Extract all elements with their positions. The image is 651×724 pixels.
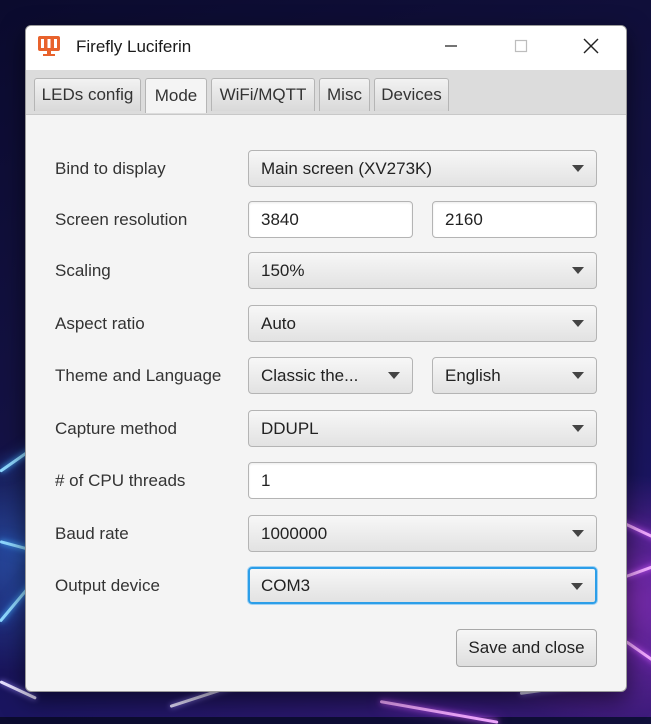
settings-window: Firefly Luciferin LEDs config Mode WiFi/… [25,25,627,692]
tab-bar: LEDs config Mode WiFi/MQTT Misc Devices [26,70,626,115]
theme-language-label: Theme and Language [55,366,222,385]
app-icon [37,35,61,57]
chevron-down-icon [388,372,400,379]
capture-method-select[interactable]: DDUPL [248,410,597,447]
screen-resolution-label: Screen resolution [55,210,188,229]
bind-display-label: Bind to display [55,159,166,178]
baud-rate-select[interactable]: 1000000 [248,515,597,552]
baud-rate-label: Baud rate [55,524,129,543]
aspect-ratio-label: Aspect ratio [55,314,145,333]
resolution-height-value: 2160 [445,209,483,229]
chevron-down-icon [572,530,584,537]
tab-misc[interactable]: Misc [319,78,370,111]
window-title: Firefly Luciferin [76,37,192,56]
cpu-threads-value: 1 [261,470,271,490]
theme-select[interactable]: Classic the... [248,357,413,394]
close-icon [583,38,599,59]
tab-leds-config[interactable]: LEDs config [34,78,141,111]
output-device-label: Output device [55,576,160,595]
tab-wifi-mqtt[interactable]: WiFi/MQTT [211,78,315,111]
chevron-down-icon [572,320,584,327]
resolution-height-input[interactable]: 2160 [432,201,597,238]
neon-line [625,561,651,578]
chevron-down-icon [572,425,584,432]
scaling-value: 150% [261,260,305,280]
scaling-select[interactable]: 150% [248,252,597,289]
chevron-down-icon [572,165,584,172]
tab-mode[interactable]: Mode [145,78,207,113]
scaling-label: Scaling [55,261,111,280]
capture-method-label: Capture method [55,419,177,438]
language-select[interactable]: English [432,357,597,394]
neon-line [379,700,499,724]
close-button[interactable] [556,26,626,70]
save-and-close-button[interactable]: Save and close [456,629,597,667]
chevron-down-icon [572,267,584,274]
maximize-button[interactable] [486,26,556,70]
title-bar[interactable]: Firefly Luciferin [26,26,626,70]
aspect-ratio-select[interactable]: Auto [248,305,597,342]
minimize-button[interactable] [416,26,486,70]
output-device-value: COM3 [261,575,311,595]
cpu-threads-label: # of CPU threads [55,471,186,490]
chevron-down-icon [571,583,583,590]
resolution-width-value: 3840 [261,209,299,229]
cpu-threads-input[interactable]: 1 [248,462,597,499]
chevron-down-icon [572,372,584,379]
theme-value: Classic the... [261,365,359,385]
tab-devices[interactable]: Devices [374,78,449,111]
aspect-ratio-value: Auto [261,313,296,333]
output-device-select[interactable]: COM3 [248,567,597,604]
baud-rate-value: 1000000 [261,523,328,543]
minimize-icon [444,39,458,58]
bind-display-select[interactable]: Main screen (XV273K) [248,150,597,187]
resolution-width-input[interactable]: 3840 [248,201,413,238]
neon-line [625,640,651,666]
bind-display-value: Main screen (XV273K) [261,158,433,178]
maximize-icon [514,39,528,58]
capture-method-value: DDUPL [261,418,319,438]
language-value: English [445,365,501,385]
